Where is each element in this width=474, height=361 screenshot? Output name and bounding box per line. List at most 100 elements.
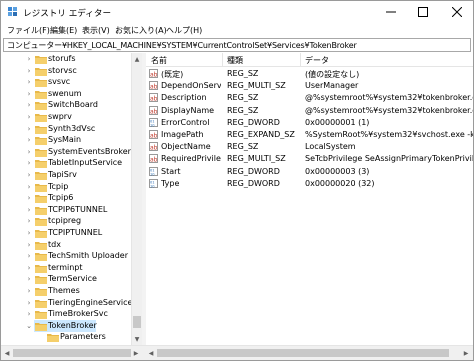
- tree-vertical-scrollbar[interactable]: ▲ ▼: [131, 53, 142, 345]
- tree-item[interactable]: ⌄ TokenBroker: [2, 319, 131, 332]
- tree-item[interactable]: › Tcpip6: [2, 192, 131, 204]
- tree-item[interactable]: › Synth3dVsc: [2, 123, 131, 135]
- key-tree: › storufs › storvsc › svsvc › swenum › SwitchBoar…: [2, 53, 131, 345]
- tree-hscroll-thumb[interactable]: [13, 349, 131, 357]
- folder-icon: [35, 183, 47, 192]
- svg-text:ab: ab: [150, 145, 158, 152]
- menu-favorites[interactable]: お気に入り(A): [115, 25, 167, 36]
- value-type: REG_DWORD: [227, 178, 280, 188]
- chevron-right-icon[interactable]: ›: [24, 77, 34, 87]
- chevron-right-icon[interactable]: ›: [24, 112, 34, 122]
- title-bar[interactable]: レジストリ エディター: [1, 1, 473, 23]
- tree-item-label: storvsc: [48, 65, 77, 75]
- chevron-right-icon[interactable]: ›: [24, 286, 34, 296]
- close-button[interactable]: [442, 1, 472, 23]
- registry-value-row[interactable]: ab DisplayName REG_SZ @%systemroot%¥system3…: [146, 105, 473, 117]
- column-header-data[interactable]: データ: [305, 55, 329, 66]
- list-hscroll-thumb[interactable]: [157, 349, 449, 357]
- tree-item[interactable]: › SystemEventsBroker: [2, 146, 131, 158]
- menu-help[interactable]: ヘルプ(H): [166, 25, 202, 36]
- menu-view[interactable]: 表示(V): [82, 25, 110, 36]
- tree-item[interactable]: › storufs: [2, 53, 131, 65]
- column-divider[interactable]: [222, 53, 223, 66]
- chevron-right-icon[interactable]: ›: [24, 274, 34, 284]
- tree-item[interactable]: › TieringEngineService: [2, 297, 131, 309]
- svg-text:ab: ab: [150, 108, 158, 115]
- registry-value-row[interactable]: 01 10 Type REG_DWORD 0x00000020 (32): [146, 178, 473, 190]
- minimize-button[interactable]: [376, 1, 406, 23]
- chevron-right-icon[interactable]: ›: [24, 251, 34, 261]
- tree-item[interactable]: › Tcpip: [2, 181, 131, 193]
- close-icon: [452, 7, 462, 17]
- maximize-button[interactable]: [408, 1, 438, 23]
- tree-item[interactable]: › TimeBrokerSvc: [2, 308, 131, 320]
- scroll-left-icon[interactable]: ◀: [2, 348, 12, 358]
- tree-item[interactable]: › TCPIPTUNNEL: [2, 227, 131, 239]
- chevron-right-icon[interactable]: ›: [24, 228, 34, 238]
- tree-item[interactable]: › swprv: [2, 111, 131, 123]
- chevron-right-icon[interactable]: ›: [24, 147, 34, 157]
- tree-item-label: Themes: [48, 286, 80, 295]
- tree-item[interactable]: › storvsc: [2, 65, 131, 77]
- folder-icon: [35, 218, 47, 227]
- registry-value-row[interactable]: abDependOnService REG_MULTI_SZ UserManager: [146, 80, 473, 92]
- tree-item[interactable]: › Themes: [2, 285, 131, 297]
- folder-icon: [35, 125, 47, 134]
- tree-item[interactable]: › tcpipreg: [2, 215, 131, 227]
- registry-value-row[interactable]: 01 10 ErrorControl REG_DWORD 0x00000001 (1): [146, 117, 473, 129]
- tree-item[interactable]: › tdx: [2, 239, 131, 251]
- chevron-right-icon[interactable]: ›: [24, 100, 34, 110]
- horizontal-scrollbar[interactable]: ◀ ▶ ◀ ▶: [1, 345, 473, 360]
- scroll-right-icon[interactable]: ▶: [461, 348, 471, 358]
- tree-item[interactable]: › swenum: [2, 88, 131, 100]
- chevron-right-icon[interactable]: ›: [24, 54, 34, 64]
- tree-item[interactable]: › TermService: [2, 273, 131, 285]
- scroll-left-icon[interactable]: ◀: [146, 348, 156, 358]
- registry-value-row[interactable]: ab ImagePath REG_EXPAND_SZ %SystemRoot%¥sys…: [146, 129, 473, 141]
- registry-value-row[interactable]: ab (既定) REG_SZ (値の設定なし): [146, 68, 473, 80]
- tree-item[interactable]: › TCPIP6TUNNEL: [2, 204, 131, 216]
- chevron-right-icon[interactable]: ›: [24, 66, 34, 76]
- chevron-right-icon[interactable]: ›: [24, 240, 34, 250]
- chevron-right-icon[interactable]: ›: [24, 158, 34, 168]
- registry-value-row[interactable]: abRequiredPrivilege... REG_MULTI_SZ SeTcbP…: [146, 153, 473, 165]
- tree-item[interactable]: › SwitchBoard: [2, 99, 131, 111]
- column-divider[interactable]: [300, 53, 301, 66]
- menu-file[interactable]: ファイル(F): [7, 25, 50, 36]
- tree-item[interactable]: Parameters: [2, 331, 131, 343]
- column-header-name[interactable]: 名前: [151, 55, 167, 66]
- registry-value-row[interactable]: ab ObjectName REG_SZ LocalSystem: [146, 141, 473, 153]
- chevron-down-icon[interactable]: ⌄: [24, 321, 34, 331]
- tree-scroll-thumb[interactable]: [133, 316, 141, 328]
- chevron-right-icon[interactable]: ›: [24, 309, 34, 319]
- chevron-right-icon[interactable]: ›: [24, 89, 34, 99]
- value-data: 0x00000020 (32): [305, 178, 375, 188]
- chevron-right-icon[interactable]: ›: [24, 124, 34, 134]
- scroll-down-icon[interactable]: ▼: [132, 334, 142, 344]
- menu-edit[interactable]: 編集(E): [50, 25, 77, 36]
- chevron-right-icon[interactable]: ›: [24, 216, 34, 226]
- address-bar[interactable]: コンピューター¥HKEY_LOCAL_MACHINE¥SYSTEM¥Curren…: [3, 38, 471, 52]
- tree-item[interactable]: › TabletInputService: [2, 157, 131, 169]
- tree-item[interactable]: › SysMain: [2, 134, 131, 146]
- column-header-type[interactable]: 種類: [227, 55, 243, 66]
- scroll-up-icon[interactable]: ▲: [132, 54, 142, 64]
- registry-value-row[interactable]: ab Description REG_SZ @%systemroot%¥system3…: [146, 92, 473, 104]
- tree-item[interactable]: › svsvc: [2, 76, 131, 88]
- chevron-right-icon[interactable]: ›: [24, 263, 34, 273]
- chevron-right-icon[interactable]: ›: [24, 298, 34, 308]
- chevron-right-icon[interactable]: ›: [24, 170, 34, 180]
- tree-item[interactable]: › terminpt: [2, 262, 131, 274]
- open-folder-icon: [35, 322, 47, 331]
- value-name: (既定): [161, 70, 184, 79]
- chevron-right-icon[interactable]: ›: [24, 182, 34, 192]
- registry-value-row[interactable]: 01 10 Start REG_DWORD 0x00000003 (3): [146, 166, 473, 178]
- chevron-right-icon[interactable]: ›: [24, 193, 34, 203]
- string-value-icon: ab: [149, 142, 158, 152]
- tree-item[interactable]: › TapiSrv: [2, 169, 131, 181]
- chevron-right-icon[interactable]: ›: [24, 135, 34, 145]
- chevron-right-icon[interactable]: ›: [24, 205, 34, 215]
- scroll-right-icon[interactable]: ▶: [131, 348, 141, 358]
- tree-item[interactable]: › TechSmith Uploader Servi: [2, 250, 131, 262]
- value-name: Type: [161, 178, 180, 188]
